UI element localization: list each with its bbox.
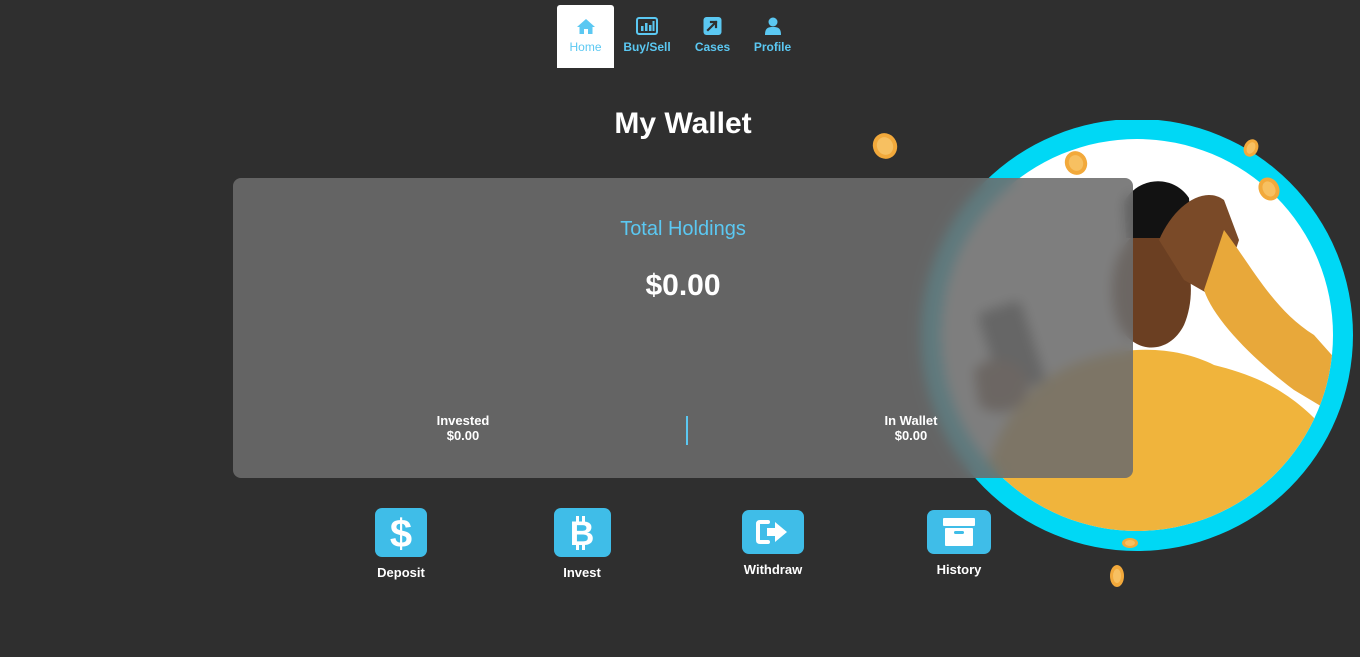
coin-icon bbox=[1122, 538, 1138, 548]
coin-icon bbox=[1258, 177, 1280, 201]
in-wallet-stat: In Wallet $0.00 bbox=[851, 413, 971, 443]
invested-value: $0.00 bbox=[446, 428, 480, 443]
invest-label: Invest bbox=[563, 565, 601, 580]
nav-home-label: Home bbox=[569, 40, 602, 54]
dollar-icon: $ bbox=[375, 508, 427, 557]
history-label: History bbox=[936, 562, 982, 577]
nav-buy-sell[interactable]: Buy/Sell bbox=[614, 5, 680, 68]
bitcoin-icon: B bbox=[553, 508, 611, 557]
stat-divider bbox=[686, 416, 688, 445]
coin-icon bbox=[872, 133, 898, 159]
total-holdings-value: $0.00 bbox=[645, 269, 721, 302]
nav-cases[interactable]: Cases bbox=[680, 5, 745, 68]
nav-profile-label: Profile bbox=[753, 40, 792, 54]
coin-icon bbox=[1243, 139, 1259, 157]
coin-icon bbox=[1064, 151, 1088, 175]
svg-text:$: $ bbox=[390, 513, 412, 553]
nav-profile[interactable]: Profile bbox=[745, 5, 800, 68]
coin-icon bbox=[1110, 565, 1124, 587]
top-nav: Home Buy/Sell Cases Profile bbox=[557, 5, 800, 68]
sign-out-icon bbox=[742, 510, 804, 554]
nav-home[interactable]: Home bbox=[557, 5, 614, 68]
wallet-card: Total Holdings $0.00 Invested $0.00 In W… bbox=[233, 178, 1133, 478]
history-button[interactable]: History bbox=[920, 510, 998, 577]
in-wallet-value: $0.00 bbox=[894, 428, 928, 443]
withdraw-label: Withdraw bbox=[743, 562, 803, 577]
invest-button[interactable]: B Invest bbox=[548, 508, 616, 580]
nav-cases-label: Cases bbox=[694, 40, 731, 54]
chart-icon bbox=[636, 16, 658, 36]
archive-icon bbox=[927, 510, 991, 554]
home-icon bbox=[575, 16, 597, 36]
deposit-button[interactable]: $ Deposit bbox=[368, 508, 434, 580]
deposit-label: Deposit bbox=[377, 565, 425, 580]
nav-buy-sell-label: Buy/Sell bbox=[623, 40, 671, 54]
withdraw-button[interactable]: Withdraw bbox=[734, 510, 812, 577]
total-holdings-label: Total Holdings bbox=[620, 218, 746, 240]
invested-label: Invested bbox=[436, 413, 490, 428]
in-wallet-label: In Wallet bbox=[884, 413, 938, 428]
arrow-up-right-icon bbox=[702, 16, 724, 36]
user-icon bbox=[762, 16, 784, 36]
invested-stat: Invested $0.00 bbox=[403, 413, 523, 443]
